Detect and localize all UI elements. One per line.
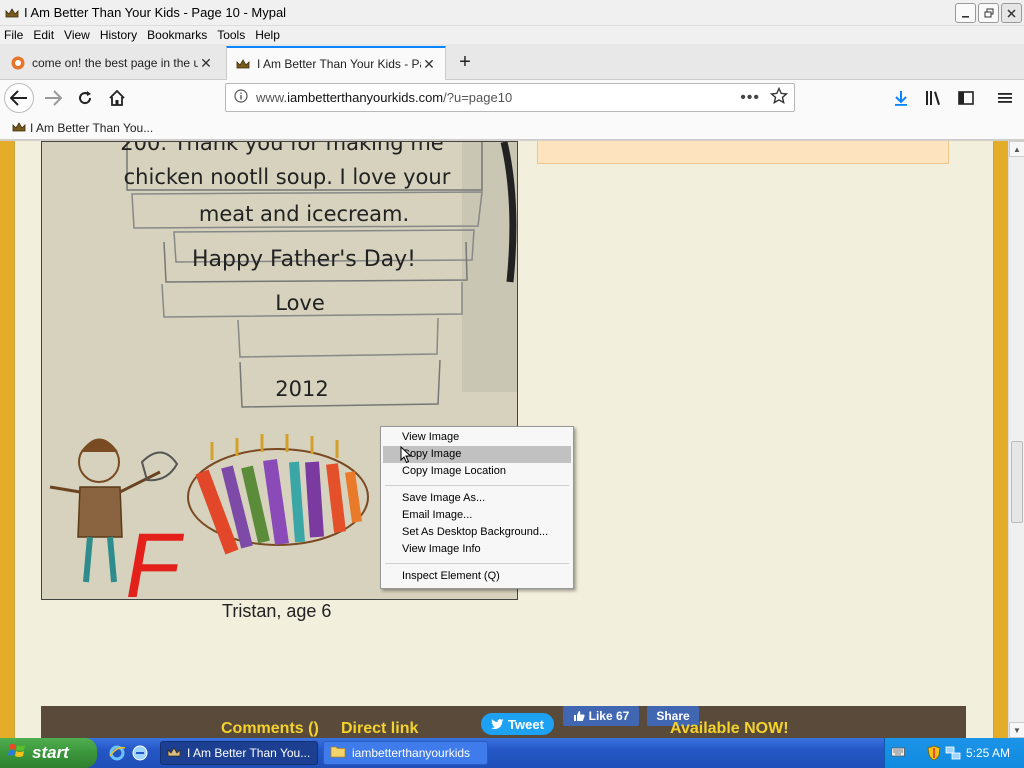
home-button[interactable] — [102, 83, 132, 113]
windows-flag-icon — [8, 743, 26, 764]
navigation-toolbar: www.iambetterthanyourkids.com/?u=page10 … — [0, 80, 1024, 116]
network-icon[interactable] — [945, 745, 961, 764]
scroll-up-arrow-icon[interactable]: ▲ — [1009, 141, 1024, 157]
menu-history[interactable]: History — [100, 28, 137, 42]
page-scrollbar[interactable]: ▲ ▼ — [1008, 141, 1024, 738]
reload-icon — [79, 91, 92, 105]
comments-bar: Comments () Direct link Tweet Like 67 Sh… — [41, 706, 966, 738]
url-text: www.iambetterthanyourkids.com/?u=page10 — [256, 90, 513, 105]
scrollbar-thumb[interactable] — [1011, 441, 1023, 523]
photo-line-4: Happy Father's Day! — [192, 247, 416, 272]
sidebar-button[interactable] — [951, 83, 981, 113]
close-tab-icon[interactable]: ✕ — [198, 55, 214, 72]
ctx-save-image-as[interactable]: Save Image As... — [383, 490, 571, 507]
arrow-right-icon — [45, 90, 62, 106]
main-menu-button[interactable] — [990, 83, 1020, 113]
facebook-like-button[interactable]: Like 67 — [563, 706, 639, 726]
start-button[interactable]: start — [0, 738, 97, 768]
back-button[interactable] — [4, 83, 34, 113]
browser-quicklaunch-icon[interactable] — [131, 744, 149, 762]
library-button[interactable] — [919, 83, 949, 113]
crown-icon — [167, 746, 181, 760]
taskbar-clock: 5:25 AM — [965, 746, 1010, 760]
facebook-like-label: Like 67 — [588, 709, 630, 723]
photo-line-5: Love — [275, 291, 325, 315]
taskbar-task-browser[interactable]: I Am Better Than You... — [160, 741, 318, 765]
keyboard-icon[interactable] — [891, 746, 905, 761]
security-shield-icon[interactable] — [927, 745, 941, 764]
available-now-link[interactable]: Available NOW! — [670, 720, 789, 738]
menu-edit[interactable]: Edit — [33, 28, 54, 42]
photo-line-2: chicken nootll soup. I love your — [124, 165, 451, 189]
photo-caption: Tristan, age 6 — [222, 601, 332, 621]
bookmark-item[interactable]: I Am Better Than You... — [12, 121, 153, 135]
task-label: I Am Better Than You... — [187, 746, 311, 760]
ctx-separator — [385, 563, 569, 564]
downloads-button[interactable] — [886, 83, 916, 113]
forward-button[interactable] — [38, 83, 68, 113]
window-titlebar: I Am Better Than Your Kids - Page 10 - M… — [0, 0, 1024, 26]
home-icon — [109, 90, 125, 106]
tweet-label: Tweet — [508, 716, 544, 732]
bookmark-label: I Am Better Than You... — [30, 120, 154, 135]
menu-view[interactable]: View — [64, 28, 90, 42]
sidebar-notice-box — [537, 141, 949, 164]
ctx-inspect-element[interactable]: Inspect Element (Q) — [383, 568, 571, 585]
menu-bar: File Edit View History Bookmarks Tools H… — [0, 26, 1024, 44]
library-icon — [926, 91, 940, 105]
scroll-down-arrow-icon[interactable]: ▼ — [1009, 722, 1024, 738]
tab-label: come on! the best page in the uni — [32, 56, 198, 70]
ctx-view-image[interactable]: View Image — [383, 429, 571, 446]
tab-iambetter[interactable]: I Am Better Than Your Kids - Page ✕ — [226, 46, 446, 80]
tweet-button[interactable]: Tweet — [481, 713, 554, 735]
sidebar-icon — [958, 91, 974, 105]
tab-come-on[interactable]: come on! the best page in the uni ✕ — [2, 46, 222, 80]
crown-icon — [235, 56, 251, 72]
twitter-bird-icon — [491, 718, 504, 729]
tab-label: I Am Better Than Your Kids - Page — [257, 57, 421, 71]
close-tab-icon[interactable]: ✕ — [421, 56, 437, 73]
crown-icon — [12, 121, 26, 135]
menu-help[interactable]: Help — [255, 28, 280, 42]
photo-line-1: 200. Thank you for making me — [120, 142, 443, 155]
star-icon[interactable] — [769, 86, 789, 108]
folder-icon — [330, 745, 346, 761]
direct-link[interactable]: Direct link — [341, 720, 418, 738]
arrow-left-icon — [10, 90, 27, 106]
mouse-cursor-icon — [400, 445, 412, 467]
download-arrow-icon — [895, 91, 907, 106]
start-label: start — [32, 743, 69, 762]
tab-strip: come on! the best page in the uni ✕ I Am… — [0, 44, 1024, 80]
thumbs-up-icon — [573, 711, 585, 721]
internet-explorer-icon[interactable] — [108, 744, 126, 762]
task-label: iambetterthanyourkids — [352, 746, 471, 760]
comments-link[interactable]: Comments () — [221, 720, 319, 738]
page-actions-button[interactable]: ••• — [740, 89, 760, 107]
photo-line-6: 2012 — [275, 377, 328, 401]
orange-circle-icon — [10, 55, 26, 71]
url-bar[interactable]: www.iambetterthanyourkids.com/?u=page10 … — [225, 83, 795, 112]
menu-bookmarks[interactable]: Bookmarks — [147, 28, 207, 42]
ctx-email-image[interactable]: Email Image... — [383, 507, 571, 524]
ctx-view-image-info[interactable]: View Image Info — [383, 541, 571, 558]
new-tab-button[interactable]: + — [454, 52, 476, 74]
photo-line-3: meat and icecream. — [199, 202, 409, 226]
info-icon[interactable] — [234, 89, 248, 106]
reload-button[interactable] — [70, 83, 100, 113]
ctx-separator — [385, 485, 569, 486]
menu-file[interactable]: File — [4, 28, 23, 42]
crown-icon — [4, 5, 20, 21]
ctx-set-desktop-background[interactable]: Set As Desktop Background... — [383, 524, 571, 541]
windows-taskbar: start I Am Better Than You... iambettert… — [0, 738, 1024, 768]
minimize-button[interactable] — [955, 3, 976, 23]
restore-button[interactable] — [978, 3, 999, 23]
bookmarks-toolbar: I Am Better Than You... — [0, 116, 1024, 140]
window-title: I Am Better Than Your Kids - Page 10 - M… — [24, 5, 287, 20]
close-window-button[interactable] — [1001, 3, 1022, 23]
menu-tools[interactable]: Tools — [217, 28, 245, 42]
taskbar-task-folder[interactable]: iambetterthanyourkids — [323, 741, 488, 765]
hamburger-icon — [998, 93, 1012, 103]
system-tray: 5:25 AM — [884, 738, 1024, 768]
